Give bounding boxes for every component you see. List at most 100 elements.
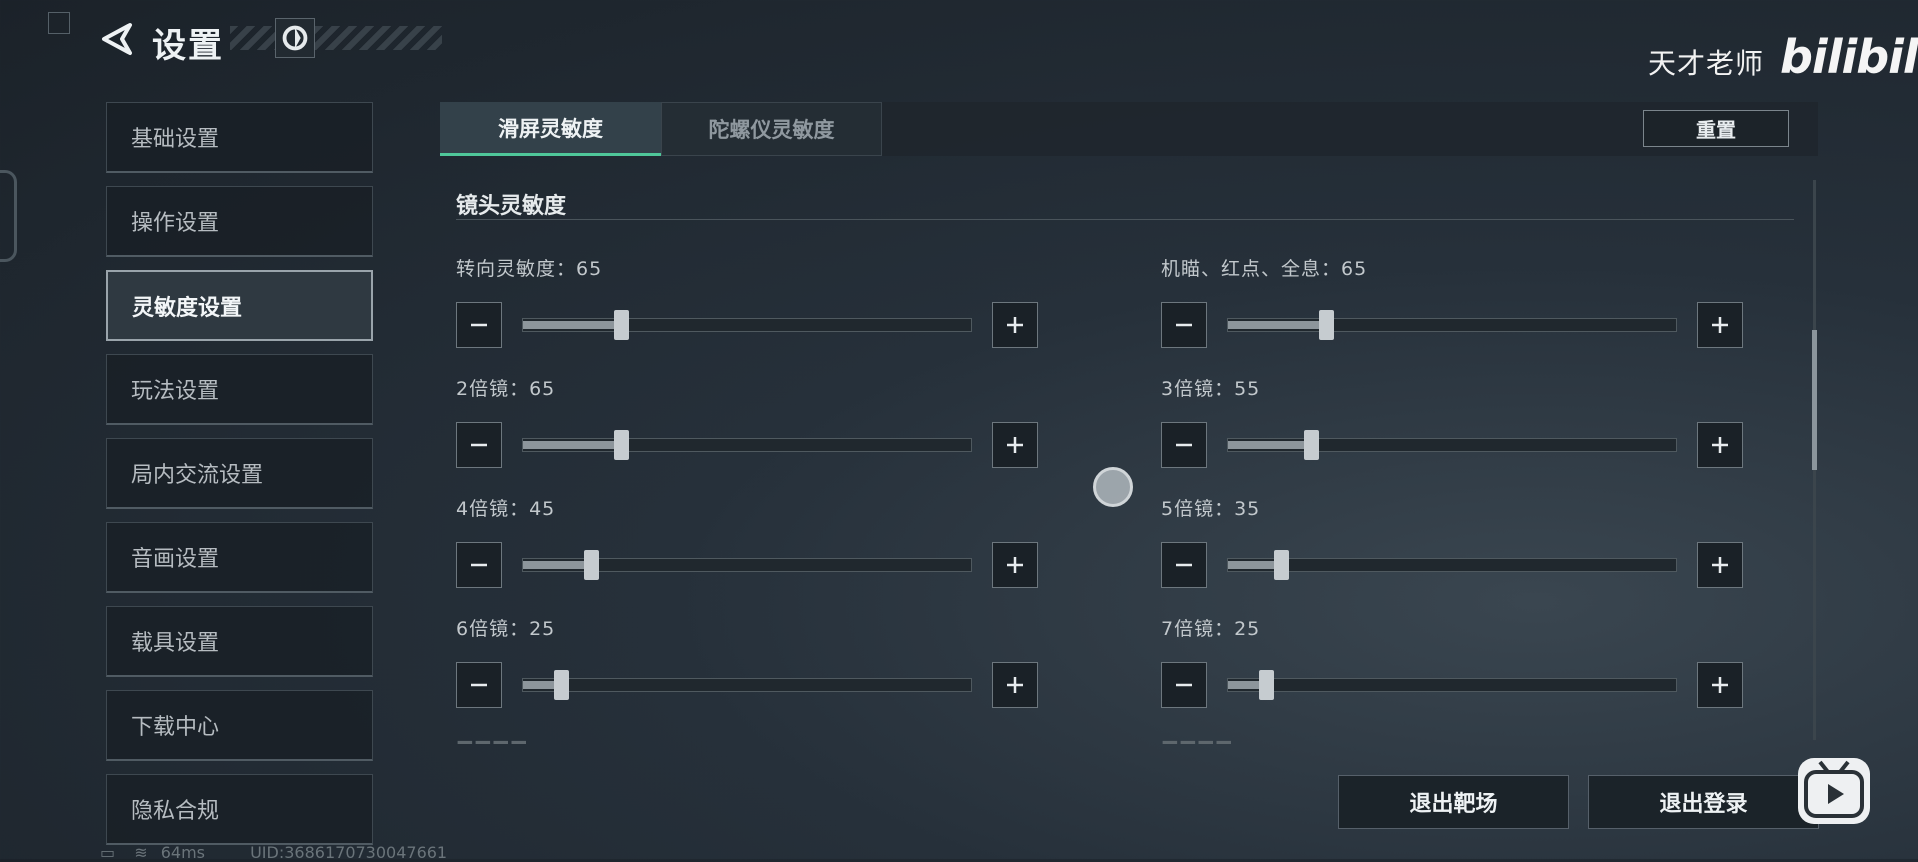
bilibili-logo: bilibili — [1780, 30, 1918, 84]
slider-fill — [523, 441, 621, 449]
decrease-button[interactable] — [456, 542, 502, 588]
top-left-checkbox[interactable] — [48, 12, 70, 34]
sidebar-item-label: 载具设置 — [131, 631, 220, 656]
minus-icon — [1176, 443, 1192, 447]
slider-label: 转向灵敏度：65 — [456, 258, 603, 280]
slider-knob[interactable] — [1304, 430, 1319, 460]
decrease-button[interactable] — [456, 302, 502, 348]
bilibili-tv-icon — [1798, 758, 1870, 824]
slider-label: 3倍镜：55 — [1161, 378, 1261, 400]
watermark-author: 天才老师 — [1648, 47, 1765, 80]
slider-track[interactable] — [522, 550, 972, 580]
sidebar-item-label: 灵敏度设置 — [132, 295, 243, 321]
sidebar-item-label: 基础设置 — [131, 127, 220, 152]
slider-knob[interactable] — [1319, 310, 1334, 340]
decrease-button[interactable] — [1161, 302, 1207, 348]
minus-icon — [471, 563, 487, 567]
slider-knob[interactable] — [1259, 670, 1274, 700]
slider-fill — [1228, 441, 1311, 449]
decrease-button[interactable] — [1161, 542, 1207, 588]
sidebar-item-label: 隐私合规 — [131, 799, 220, 824]
decrease-button[interactable] — [456, 422, 502, 468]
slider-track[interactable] — [1227, 430, 1677, 460]
slider-knob[interactable] — [584, 550, 599, 580]
sidebar-item-basic[interactable]: 基础设置 — [106, 102, 373, 173]
uid-text: UID:3686170730047661 — [250, 843, 448, 862]
slider-track[interactable] — [522, 430, 972, 460]
decrease-button[interactable] — [456, 662, 502, 708]
increase-button[interactable] — [992, 422, 1038, 468]
minus-icon — [1176, 563, 1192, 567]
back-arrow-icon[interactable] — [100, 22, 134, 56]
sidebar-item-label: 音画设置 — [131, 547, 220, 572]
reset-button[interactable]: 重置 — [1643, 110, 1789, 147]
slider-track[interactable] — [1227, 670, 1677, 700]
sidebar-item-privacy[interactable]: 隐私合规 — [106, 774, 373, 845]
minus-icon — [1176, 683, 1192, 687]
logout-button[interactable]: 退出登录 — [1588, 775, 1819, 829]
sidebar-item-label: 下载中心 — [131, 715, 220, 740]
wifi-icon: ≋ — [134, 843, 148, 862]
plus-icon — [1007, 437, 1023, 453]
sidebar-item-label: 玩法设置 — [131, 379, 220, 404]
sidebar-item-gameplay[interactable]: 玩法设置 — [106, 354, 373, 425]
sidebar-item-download[interactable]: 下载中心 — [106, 690, 373, 761]
increase-button[interactable] — [1697, 662, 1743, 708]
cutoff-row-hint: ■■■■ — [1161, 736, 1233, 744]
tab-gyro-sensitivity[interactable]: 陀螺仪灵敏度 — [661, 102, 882, 156]
sidebar-item-chat[interactable]: 局内交流设置 — [106, 438, 373, 509]
slider-track[interactable] — [522, 670, 972, 700]
slider-label: 7倍镜：25 — [1161, 618, 1261, 640]
battery-icon: ▭ — [100, 843, 116, 862]
section-divider — [456, 219, 1794, 220]
slider-track[interactable] — [1227, 310, 1677, 340]
status-bar: ▭ ≋ 64ms UID:3686170730047661 — [100, 843, 447, 862]
game-logo-icon — [275, 18, 315, 58]
sidebar-item-vehicle[interactable]: 载具设置 — [106, 606, 373, 677]
minus-icon — [1176, 323, 1192, 327]
touch-indicator — [1093, 467, 1133, 507]
minus-icon — [471, 443, 487, 447]
slider-fill — [1228, 321, 1326, 329]
decrease-button[interactable] — [1161, 662, 1207, 708]
sidebar-item-audio-video[interactable]: 音画设置 — [106, 522, 373, 593]
plus-icon — [1712, 557, 1728, 573]
increase-button[interactable] — [992, 662, 1038, 708]
sidebar-item-sensitivity[interactable]: 灵敏度设置 — [106, 270, 373, 341]
page-title: 设置 — [152, 26, 224, 66]
increase-button[interactable] — [992, 542, 1038, 588]
slider-fill — [523, 561, 591, 569]
sidebar-item-label: 操作设置 — [131, 211, 220, 236]
slider-label: 4倍镜：45 — [456, 498, 556, 520]
slider-label: 机瞄、红点、全息：65 — [1161, 258, 1368, 280]
increase-button[interactable] — [1697, 542, 1743, 588]
slider-track[interactable] — [522, 310, 972, 340]
ping-text: 64ms — [160, 843, 205, 862]
slider-label: 2倍镜：65 — [456, 378, 556, 400]
plus-icon — [1007, 557, 1023, 573]
slider-knob[interactable] — [1274, 550, 1289, 580]
slider-knob[interactable] — [614, 430, 629, 460]
minus-icon — [471, 683, 487, 687]
slider-knob[interactable] — [614, 310, 629, 340]
tab-swipe-sensitivity[interactable]: 滑屏灵敏度 — [440, 102, 661, 156]
plus-icon — [1007, 317, 1023, 333]
plus-icon — [1712, 437, 1728, 453]
slider-fill — [523, 321, 621, 329]
plus-icon — [1712, 317, 1728, 333]
minus-icon — [471, 323, 487, 327]
title-decoration — [230, 26, 442, 50]
scrollbar-thumb[interactable] — [1812, 330, 1817, 470]
sidebar-item-label: 局内交流设置 — [131, 463, 264, 488]
sidebar-item-controls[interactable]: 操作设置 — [106, 186, 373, 257]
exit-range-button[interactable]: 退出靶场 — [1338, 775, 1569, 829]
slider-track[interactable] — [1227, 550, 1677, 580]
increase-button[interactable] — [1697, 302, 1743, 348]
decrease-button[interactable] — [1161, 422, 1207, 468]
slider-knob[interactable] — [554, 670, 569, 700]
increase-button[interactable] — [992, 302, 1038, 348]
plus-icon — [1007, 677, 1023, 693]
slider-label: 6倍镜：25 — [456, 618, 556, 640]
increase-button[interactable] — [1697, 422, 1743, 468]
plus-icon — [1712, 677, 1728, 693]
